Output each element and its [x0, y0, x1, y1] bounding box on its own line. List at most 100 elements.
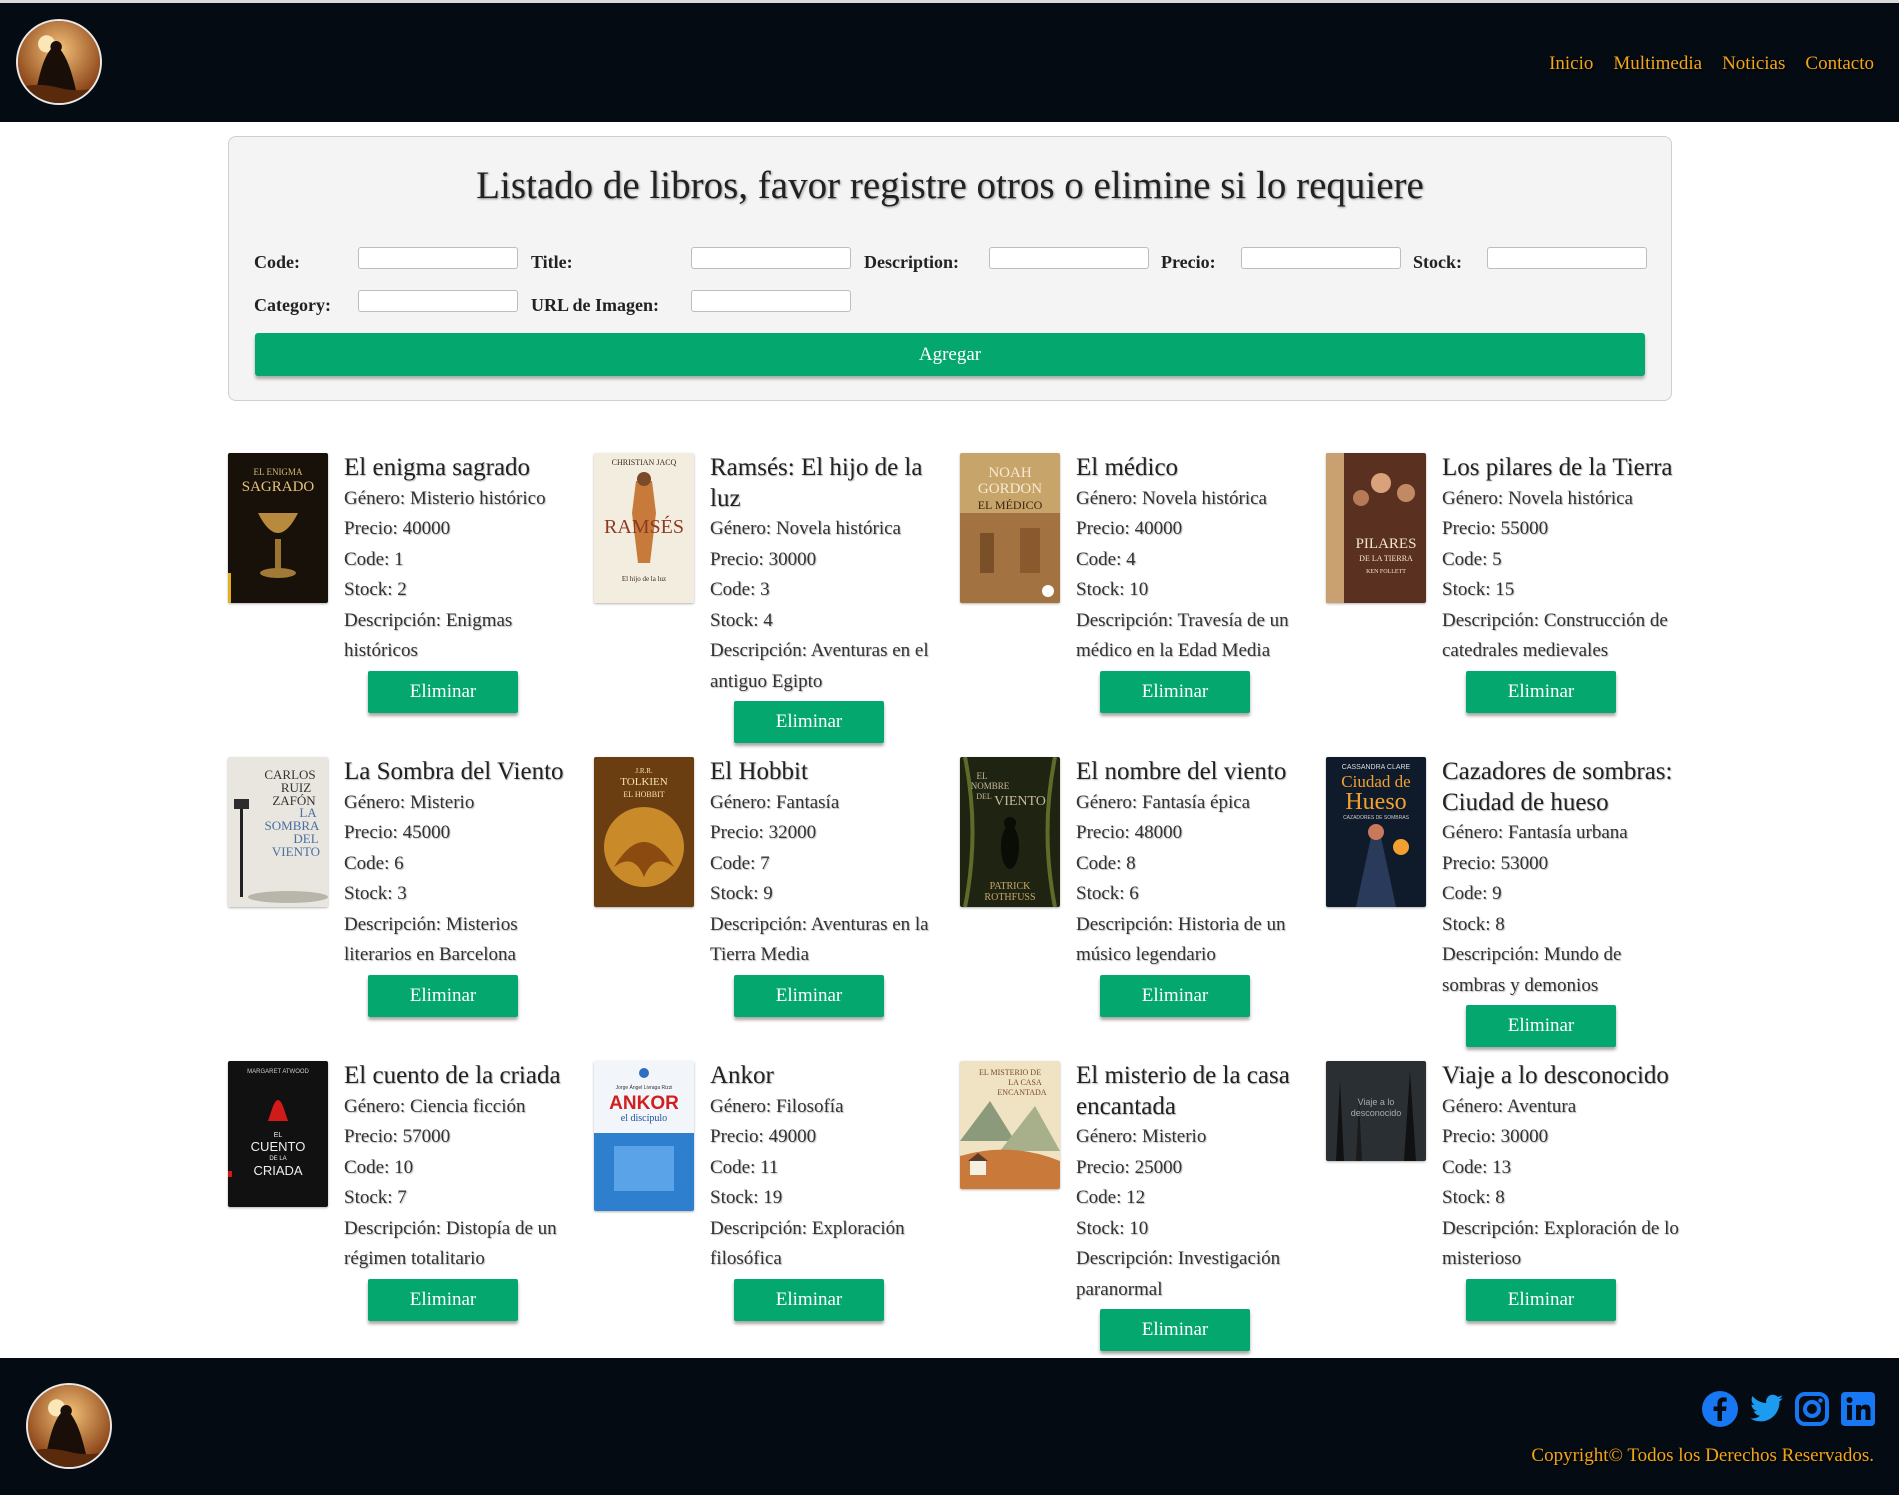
twitter-icon[interactable] — [1747, 1390, 1785, 1428]
book-cover: NOAH GORDON EL MÉDICO — [960, 453, 1060, 603]
book-info: El nombre del viento Género: Fantasía ép… — [1076, 757, 1316, 1017]
svg-text:el discípulo: el discípulo — [621, 1113, 667, 1124]
book-card: CHRISTIAN JACQ RAMSÉS El hijo de la luz … — [594, 453, 954, 743]
code-input[interactable] — [358, 247, 518, 269]
book-genre: Género: Ciencia ficción — [344, 1095, 526, 1117]
svg-text:ROTHFUSS: ROTHFUSS — [984, 892, 1035, 903]
svg-text:CUENTO: CUENTO — [251, 1139, 306, 1154]
add-book-button[interactable]: Agregar — [255, 333, 1645, 376]
book-code: Code: 12 — [1076, 1187, 1146, 1208]
delete-button[interactable]: Eliminar — [1100, 974, 1250, 1017]
delete-button[interactable]: Eliminar — [368, 670, 518, 713]
book-info: Viaje a lo desconocido Género: Aventura … — [1442, 1061, 1682, 1321]
svg-text:GORDON: GORDON — [978, 481, 1042, 497]
svg-text:SAGRADO: SAGRADO — [242, 479, 315, 495]
book-stock: Stock: 9 — [710, 883, 773, 904]
delete-button[interactable]: Eliminar — [1466, 1005, 1616, 1047]
book-info: El enigma sagrado Género: Misterio histó… — [344, 453, 584, 713]
book-price: Precio: 40000 — [1076, 518, 1183, 539]
book-title: El médico — [1076, 454, 1179, 481]
book-code: Code: 5 — [1442, 548, 1502, 570]
book-stock: Stock: 10 — [1076, 579, 1149, 600]
logo[interactable] — [16, 19, 102, 105]
svg-text:MARGARET ATWOOD: MARGARET ATWOOD — [247, 1069, 309, 1075]
image-url-input[interactable] — [691, 290, 851, 312]
book-stock: Stock: 3 — [344, 883, 407, 904]
category-input[interactable] — [358, 290, 518, 312]
svg-text:EL HOBBIT: EL HOBBIT — [623, 790, 664, 799]
linkedin-icon[interactable] — [1839, 1390, 1877, 1428]
book-code: Code: 11 — [710, 1156, 779, 1178]
delete-button[interactable]: Eliminar — [368, 1278, 518, 1321]
nav-contacto[interactable]: Contacto — [1805, 53, 1874, 75]
stock-input[interactable] — [1487, 247, 1647, 269]
nav-noticias[interactable]: Noticias — [1722, 53, 1785, 75]
book-price: Precio: 25000 — [1076, 1156, 1183, 1178]
book-card: EL MISTERIO DE LA CASA ENCANTADA El mist… — [960, 1061, 1320, 1351]
book-genre: Género: Fantasía épica — [1076, 791, 1251, 813]
book-description: Descripción: Travesía de un médico en la… — [1076, 609, 1289, 662]
form-heading: Listado de libros, favor registre otros … — [476, 164, 1424, 207]
delete-button[interactable]: Eliminar — [734, 1278, 884, 1321]
book-cover: Viaje a lo desconocido — [1326, 1061, 1426, 1161]
book-price: Precio: 57000 — [344, 1126, 451, 1147]
social-links — [1701, 1390, 1877, 1428]
svg-text:CHRISTIAN JACQ: CHRISTIAN JACQ — [612, 458, 677, 467]
book-card: EL ENIGMA SAGRADO El enigma sagrado Géne… — [228, 453, 588, 743]
precio-input[interactable] — [1241, 247, 1401, 269]
nav-inicio[interactable]: Inicio — [1549, 53, 1593, 75]
book-card: Viaje a lo desconocido Viaje a lo descon… — [1326, 1061, 1686, 1351]
book-description: Descripción: Enigmas históricos — [344, 609, 513, 662]
svg-text:CRIADA: CRIADA — [253, 1163, 302, 1178]
delete-button[interactable]: Eliminar — [734, 974, 884, 1017]
book-cover: CASSANDRA CLARE Ciudad de Hueso CAZADORE… — [1326, 757, 1426, 907]
book-info: La Sombra del Viento Género: Misterio Pr… — [344, 757, 584, 1017]
book-stock: Stock: 10 — [1076, 1217, 1149, 1239]
delete-button[interactable]: Eliminar — [1466, 1278, 1616, 1321]
book-genre: Género: Novela histórica — [1076, 487, 1267, 509]
svg-text:TOLKIEN: TOLKIEN — [620, 776, 668, 788]
book-genre: Género: Fantasía urbana — [1442, 822, 1628, 843]
title-input[interactable] — [691, 247, 851, 269]
svg-text:LA CASA: LA CASA — [1008, 1078, 1042, 1087]
stock-label: Stock: — [1413, 252, 1462, 272]
svg-text:El hijo de la luz: El hijo de la luz — [622, 575, 666, 583]
book-card: EL NOMBRE DEL VIENTO PATRICK ROTHFUSS El… — [960, 757, 1320, 1047]
svg-text:DE LA TIERRA: DE LA TIERRA — [1359, 554, 1413, 563]
delete-button[interactable]: Eliminar — [368, 974, 518, 1017]
title-label: Title: — [531, 252, 573, 272]
book-genre: Género: Misterio — [344, 791, 475, 813]
delete-button[interactable]: Eliminar — [1100, 670, 1250, 713]
book-genre: Género: Novela histórica — [710, 518, 901, 539]
svg-text:KEN FOLLETT: KEN FOLLETT — [1366, 569, 1406, 575]
book-title: Ankor — [710, 1062, 774, 1089]
facebook-icon[interactable] — [1701, 1390, 1739, 1428]
nav-multimedia[interactable]: Multimedia — [1613, 53, 1702, 75]
svg-text:desconocido: desconocido — [1351, 1108, 1402, 1118]
delete-button[interactable]: Eliminar — [1100, 1309, 1250, 1351]
svg-text:Jorge Ángel Livraga Rizzi: Jorge Ángel Livraga Rizzi — [616, 1084, 673, 1091]
book-description: Descripción: Construcción de catedrales … — [1442, 609, 1668, 662]
book-title: Viaje a lo desconocido — [1442, 1062, 1669, 1089]
delete-button[interactable]: Eliminar — [1466, 670, 1616, 713]
site-footer: Copyright© Todos los Derechos Reservados… — [0, 1358, 1899, 1495]
svg-text:DE LA: DE LA — [269, 1156, 286, 1162]
svg-text:VIENTO: VIENTO — [272, 844, 320, 859]
book-genre: Género: Novela histórica — [1442, 487, 1633, 509]
book-title: El misterio de la casa encantada — [1076, 1062, 1290, 1120]
footer-logo[interactable] — [26, 1383, 112, 1469]
book-genre: Género: Misterio histórico — [344, 487, 546, 509]
delete-button[interactable]: Eliminar — [734, 701, 884, 743]
instagram-icon[interactable] — [1793, 1390, 1831, 1428]
svg-text:J.R.R.: J.R.R. — [635, 767, 653, 775]
book-cover: EL NOMBRE DEL VIENTO PATRICK ROTHFUSS — [960, 757, 1060, 907]
svg-text:VIENTO: VIENTO — [994, 794, 1046, 809]
image-url-label: URL de Imagen: — [531, 295, 660, 315]
book-info: El Hobbit Género: Fantasía Precio: 32000… — [710, 757, 950, 1017]
book-title: Ramsés: El hijo de la luz — [710, 454, 923, 512]
category-label: Category: — [254, 295, 331, 315]
book-title: El Hobbit — [710, 758, 808, 785]
description-input[interactable] — [989, 247, 1149, 269]
book-price: Precio: 45000 — [344, 822, 451, 843]
book-title: La Sombra del Viento — [344, 758, 564, 785]
